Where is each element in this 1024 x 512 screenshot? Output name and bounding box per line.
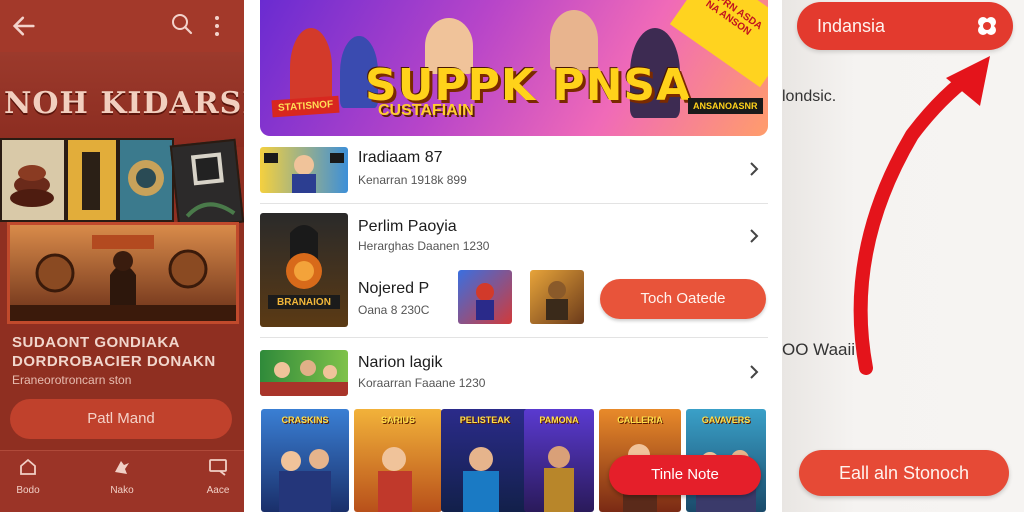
art-tile[interactable] (66, 138, 118, 222)
mini-thumbnail[interactable] (530, 270, 584, 324)
left-subtitle-1: SUDAONT GONDIAKA (12, 334, 180, 351)
game-card[interactable]: PAMONA (524, 409, 594, 512)
right-background (782, 0, 1024, 512)
row-meta: Koraarran Faaane 1230 (358, 376, 486, 390)
banner-tag-left: STATISNOF (271, 95, 340, 118)
art-tile[interactable] (0, 138, 66, 222)
list-item[interactable]: Iradiaam 87 Kenarran 1918k 899 (260, 145, 768, 195)
row-title: Perlim Paoyia (358, 218, 457, 235)
game-card-label: CRASKINS (281, 415, 329, 425)
left-poster[interactable] (7, 222, 239, 324)
back-arrow-icon[interactable] (10, 12, 38, 40)
left-art-tiles (0, 138, 244, 230)
row-thumbnail (260, 147, 348, 193)
row-title: Iradiaam 87 (358, 149, 443, 166)
row-thumbnail (260, 350, 348, 396)
left-action-button[interactable]: Patl Mand (10, 399, 232, 439)
bird-icon (115, 461, 129, 474)
game-card[interactable]: SARIUS (354, 409, 442, 512)
right-text-2: OO Waaii (782, 340, 856, 359)
left-bottom-nav: Bodo Nako Aace (0, 450, 244, 512)
game-card-label: PAMONA (539, 415, 579, 425)
game-card[interactable]: PELISTEAK (441, 409, 529, 512)
nav-label: Aace (206, 485, 230, 496)
search-icon[interactable] (170, 12, 194, 36)
row-title: Narion lagik (358, 354, 443, 371)
game-card-label: SARIUS (380, 415, 415, 425)
left-subtitle-2: DORDROBACIER DONAKN (12, 353, 216, 370)
right-text-1: londsic. (782, 88, 837, 105)
mini-thumbnail[interactable] (458, 270, 512, 324)
left-subtitle-3: Eraneorotroncarn ston (12, 373, 132, 387)
chat-icon (209, 459, 227, 476)
game-card-label: CALLERIA (617, 415, 663, 425)
home-icon (20, 458, 36, 475)
left-hero-title: NOH KIDARSIA (4, 86, 244, 121)
center-app-panel: SPRN ASDA NA ANSON SUPPK PNSA CUSTAFIAIN… (244, 0, 782, 512)
row-divider (260, 203, 768, 204)
chevron-right-icon[interactable] (748, 161, 760, 177)
left-top-bar (0, 0, 244, 52)
screenshot-collage: NOH KIDARSIA (0, 0, 1024, 512)
nav-item-chat[interactable]: Aace (188, 457, 244, 496)
row-divider (260, 337, 768, 338)
banner-tag-right: ANSANOASNR (688, 98, 763, 114)
right-app-panel: Indansia londsic. OO Waaii Eall aln Ston… (782, 0, 1024, 512)
search-button[interactable]: Eall aln Stonoch (799, 450, 1009, 496)
nav-label: Bodo (16, 485, 40, 496)
game-card-label: GAVAVERS (701, 415, 751, 425)
row-meta: Herarghas Daanen 1230 (358, 239, 490, 253)
art-tile[interactable] (118, 138, 174, 222)
chevron-right-icon[interactable] (748, 364, 760, 380)
nav-label: Nako (110, 485, 134, 496)
nav-item-bird[interactable]: Nako (92, 457, 152, 496)
country-label: Indansia (817, 16, 886, 36)
banner-subtitle: CUSTAFIAIN (378, 102, 474, 119)
row-meta: Oana 8 230C (358, 303, 430, 317)
nav-item-home[interactable]: Bodo (0, 457, 58, 496)
touch-update-button[interactable]: Toch Oatede (600, 279, 766, 319)
game-card[interactable]: CRASKINS (261, 409, 349, 512)
row-meta: Kenarran 1918k 899 (358, 173, 467, 187)
left-hero: NOH KIDARSIA (0, 52, 244, 147)
row-title: Nojered P (358, 280, 430, 297)
promo-banner[interactable]: SPRN ASDA NA ANSON SUPPK PNSA CUSTAFIAIN… (260, 0, 768, 136)
title-note-button[interactable]: Tinle Note (609, 455, 761, 495)
more-options-icon[interactable] (213, 14, 221, 38)
left-app-panel: NOH KIDARSIA (0, 0, 244, 512)
country-selector[interactable]: Indansia (797, 2, 1013, 50)
chevron-right-icon[interactable] (748, 228, 760, 244)
switch-icon[interactable] (975, 14, 999, 38)
list-item[interactable]: Narion lagik Koraarran Faaane 1230 (260, 348, 768, 398)
art-tile[interactable] (169, 138, 244, 230)
game-card-label: PELISTEAK (459, 415, 511, 425)
